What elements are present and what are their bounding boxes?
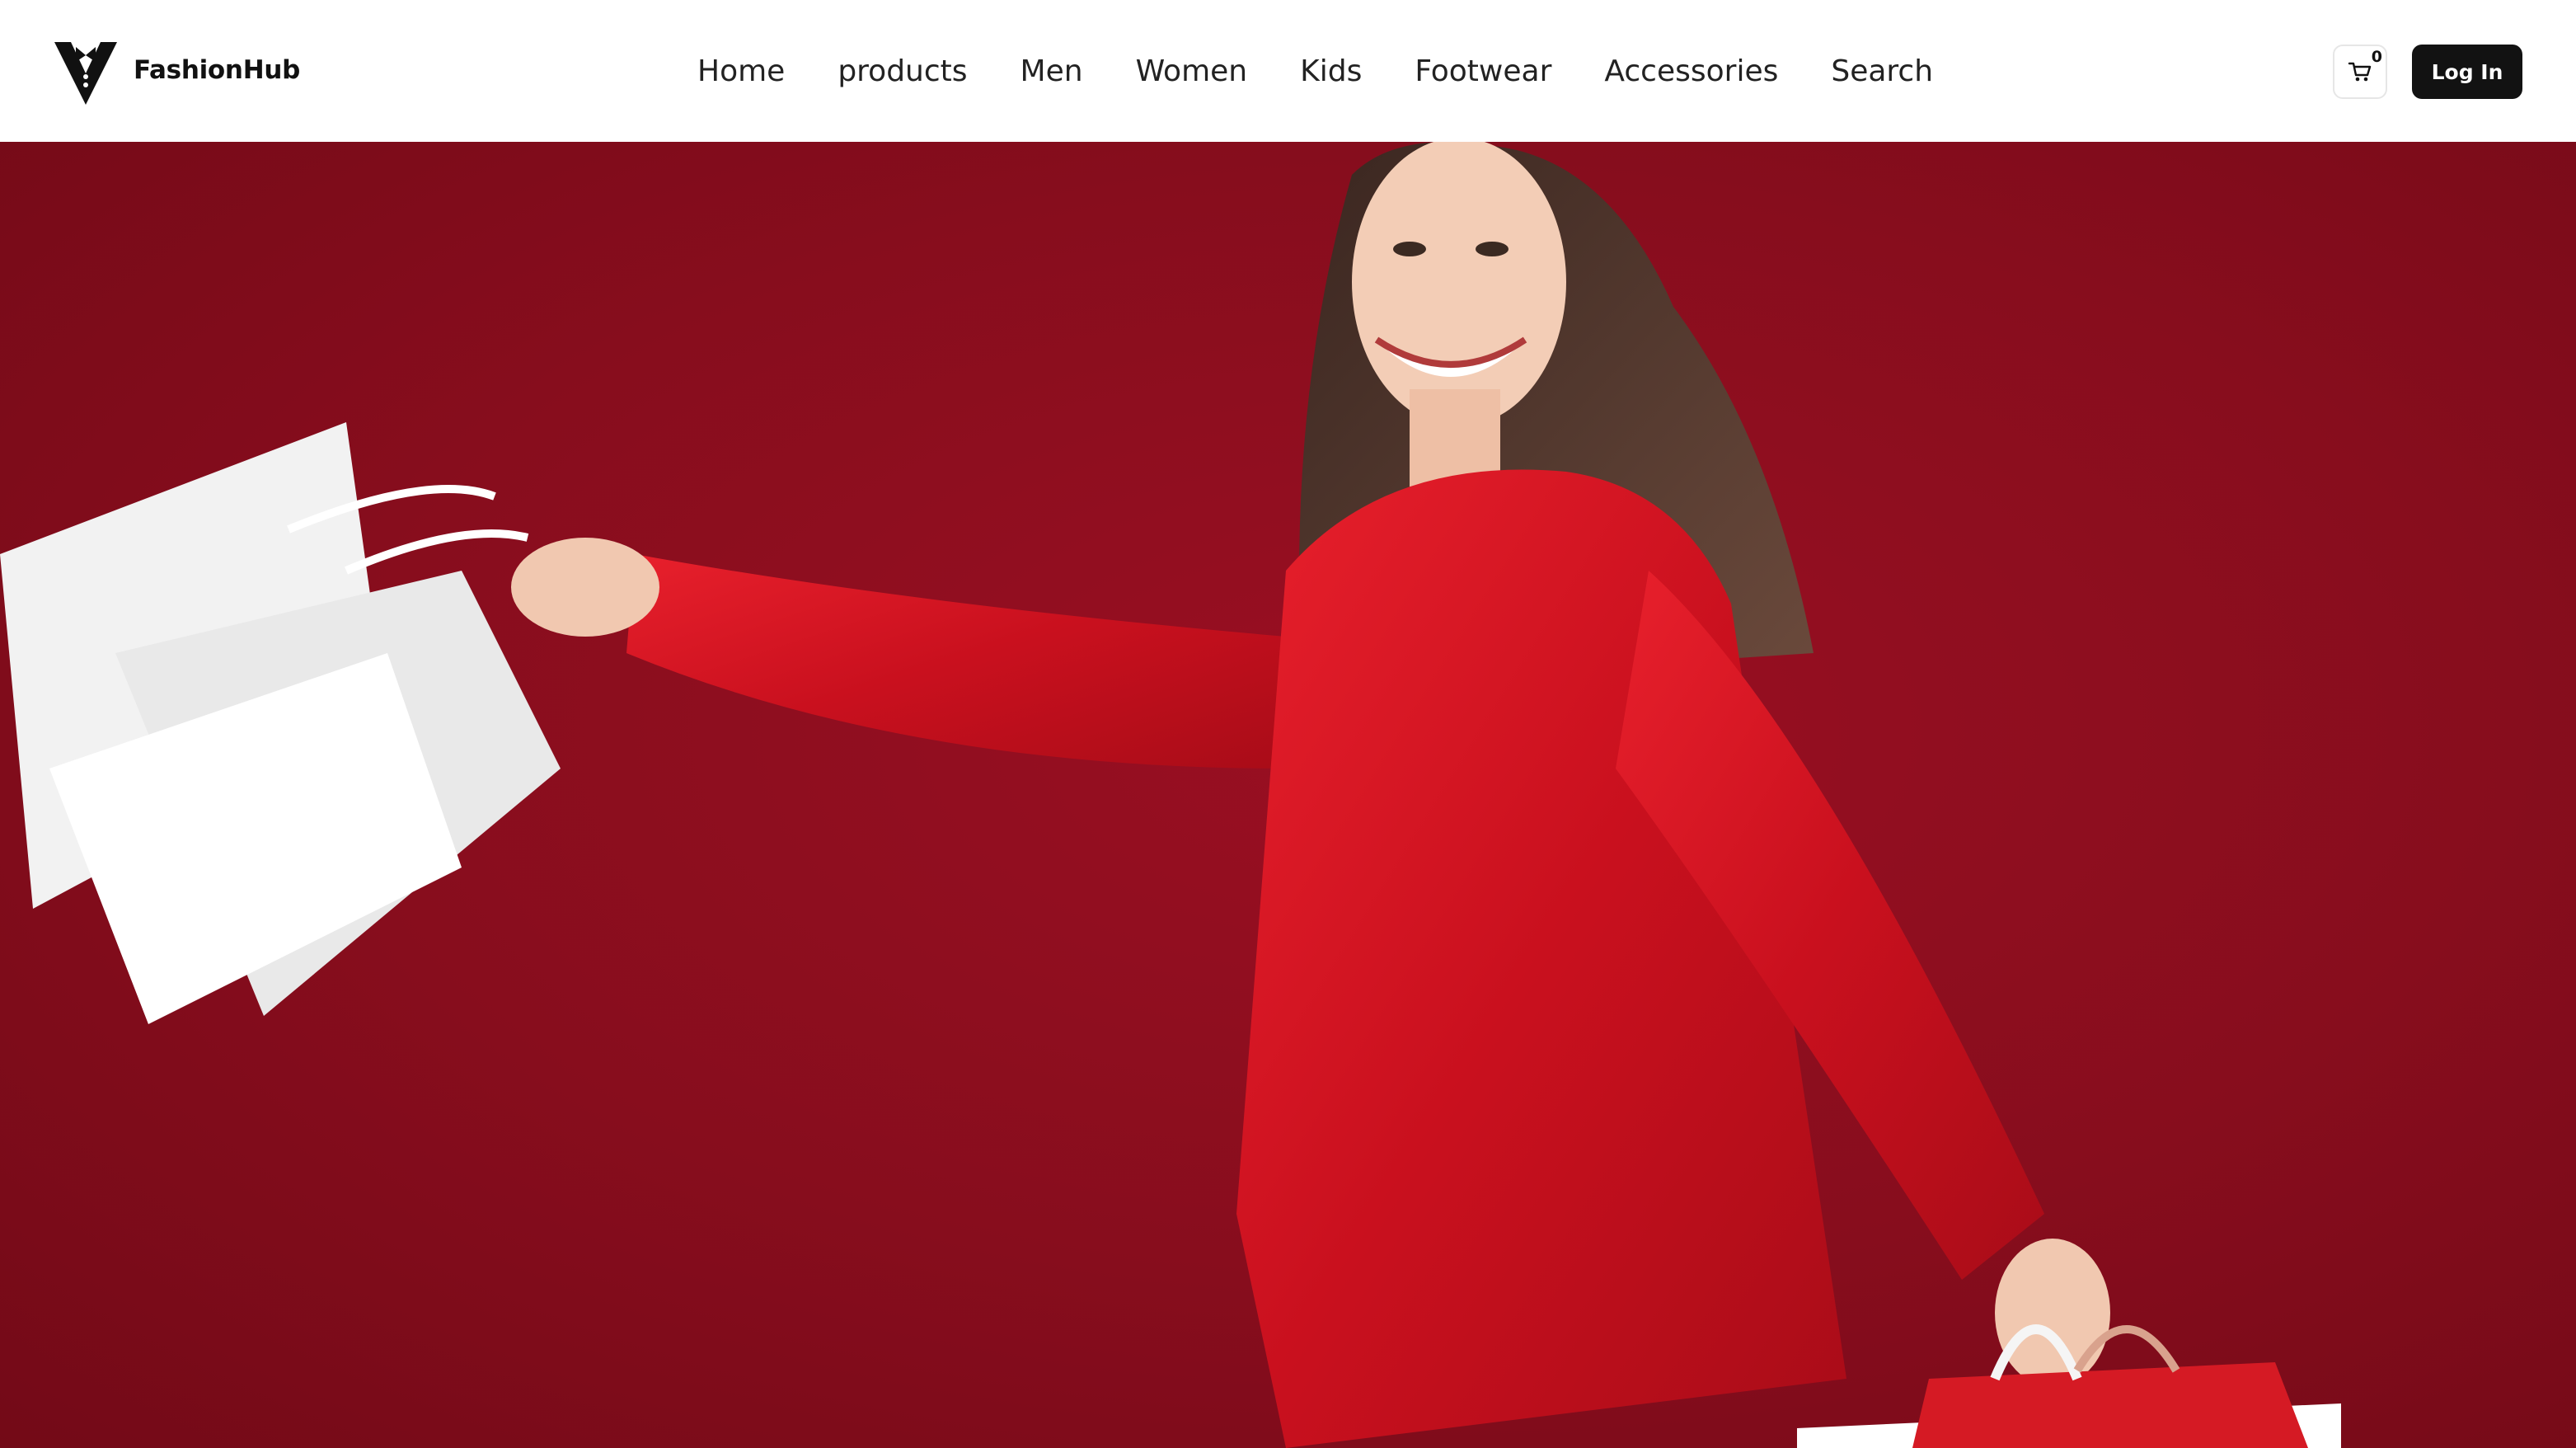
nav-home[interactable]: Home: [697, 54, 785, 88]
site-header: FashionHub Home products Men Women Kids …: [0, 0, 2576, 142]
nav-women[interactable]: Women: [1136, 54, 1248, 88]
brand[interactable]: FashionHub: [51, 31, 300, 109]
white-shopping-bags: [0, 422, 561, 1024]
login-button[interactable]: Log In: [2412, 45, 2522, 99]
nav-footwear[interactable]: Footwear: [1415, 54, 1551, 88]
hero-banner: [0, 142, 2576, 1448]
tuxedo-logo-icon: [54, 42, 117, 105]
main-nav: Home products Men Women Kids Footwear Ac…: [697, 48, 1933, 94]
shopping-cart-icon: [2348, 62, 2372, 82]
nav-products[interactable]: products: [838, 54, 967, 88]
brand-name: FashionHub: [134, 55, 300, 85]
hero-image: [0, 142, 2341, 1448]
cart-button[interactable]: 0: [2333, 45, 2387, 99]
nav-accessories[interactable]: Accessories: [1604, 54, 1778, 88]
cart-count-badge: 0: [2371, 48, 2382, 66]
nav-men[interactable]: Men: [1021, 54, 1083, 88]
nav-kids[interactable]: Kids: [1300, 54, 1362, 88]
nav-search[interactable]: Search: [1831, 54, 1933, 88]
